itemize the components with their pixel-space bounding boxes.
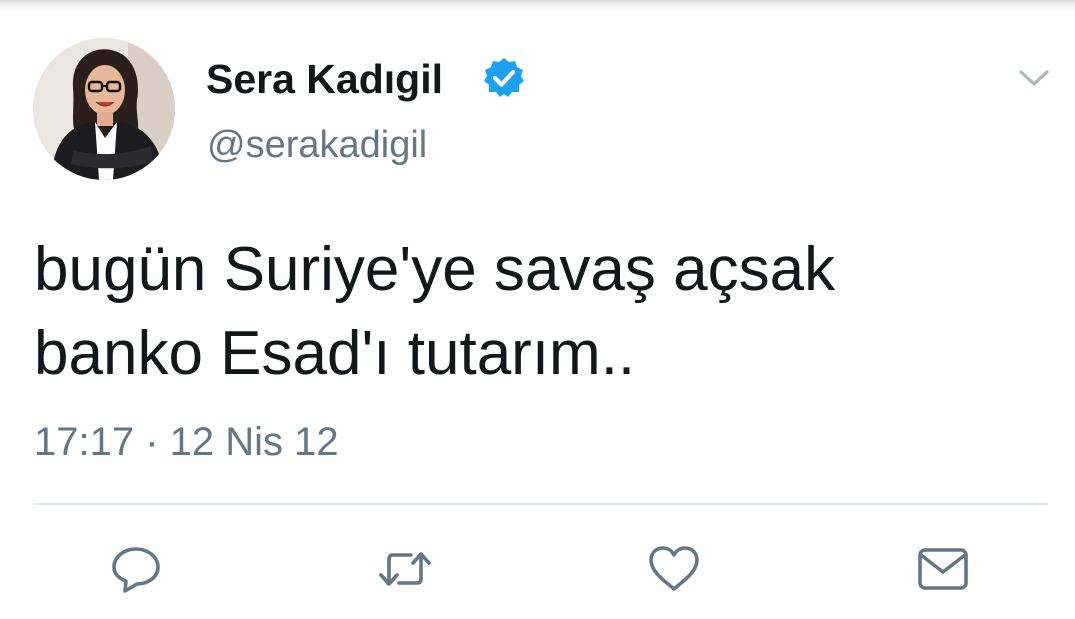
- direct-message-icon: [918, 548, 968, 590]
- reply-button[interactable]: [108, 543, 164, 595]
- like-button[interactable]: [646, 543, 702, 595]
- verified-badge-icon: [484, 58, 524, 97]
- action-bar-divider: [33, 503, 1048, 505]
- reply-icon: [112, 547, 160, 593]
- author-handle[interactable]: @serakadigil: [207, 122, 427, 168]
- avatar[interactable]: [33, 38, 175, 180]
- retweet-button[interactable]: [377, 543, 433, 595]
- direct-message-button[interactable]: [915, 543, 971, 595]
- top-edge-shadow: [0, 0, 1075, 10]
- avatar-photo: [33, 38, 175, 180]
- tweet-timestamp[interactable]: 17:17 · 12 Nis 12: [34, 418, 339, 466]
- retweet-icon: [379, 552, 431, 586]
- tweet-text: bugün Suriye'ye savaş açsak banko Esad'ı…: [34, 235, 836, 388]
- chevron-down-icon[interactable]: [1017, 64, 1051, 92]
- like-icon: [649, 546, 699, 591]
- author-display-name[interactable]: Sera Kadıgil: [206, 55, 443, 103]
